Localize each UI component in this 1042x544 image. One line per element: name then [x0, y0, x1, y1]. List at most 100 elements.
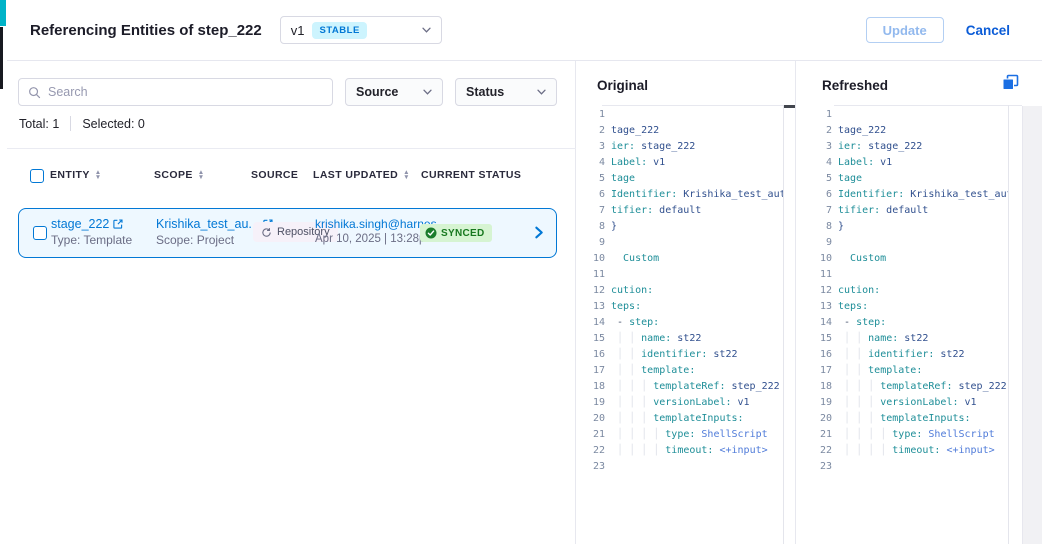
column-header-current-status: CURRENT STATUS — [421, 169, 521, 181]
search-icon — [28, 86, 41, 99]
original-code-editor[interactable]: 12tage_2223ier: stage_2224Label: v15tage… — [576, 107, 783, 544]
scope-link[interactable]: Krishika_test_au... — [156, 217, 259, 231]
total-count: Total: 1 — [19, 117, 59, 131]
divider — [834, 105, 1022, 106]
status-filter-label: Status — [466, 85, 504, 99]
diff-pane-refreshed: Refreshed 12tage_2223ier: stage_2224Labe… — [795, 61, 1022, 544]
row-chevron[interactable] — [531, 225, 546, 245]
cancel-button[interactable]: Cancel — [966, 23, 1010, 38]
code-line: 22 │ │ │ │ timeout: <+input> — [576, 443, 783, 459]
divider — [70, 116, 71, 131]
external-link-icon — [113, 219, 123, 229]
code-line: 3ier: stage_222 — [576, 139, 783, 155]
code-line: 19 │ │ │ versionLabel: v1 — [576, 395, 783, 411]
code-line: 4Label: v1 — [576, 155, 783, 171]
search-box — [18, 78, 333, 106]
code-line: 9 — [576, 235, 783, 251]
table-row[interactable]: stage_222 Type: Template Krishika_test_a… — [18, 208, 557, 258]
source-filter-dropdown[interactable]: Source — [345, 78, 443, 106]
divider — [7, 148, 576, 149]
code-line: 5tage — [576, 171, 783, 187]
table-header: ENTITY ▲▼ SCOPE ▲▼ SOURCE LAST UPDATED ▲… — [7, 169, 575, 193]
editor-overview-gutter — [1022, 106, 1042, 544]
code-line: 8} — [576, 219, 783, 235]
code-line: 10 Custom — [796, 251, 1008, 267]
code-line: 8} — [796, 219, 1008, 235]
code-line: 13teps: — [576, 299, 783, 315]
code-line: 7tifier: default — [796, 203, 1008, 219]
code-line: 3ier: stage_222 — [796, 139, 1008, 155]
repository-icon — [261, 227, 272, 238]
code-line: 14 - step: — [576, 315, 783, 331]
nav-edge-teal — [0, 0, 6, 26]
column-header-entity: ENTITY — [50, 169, 90, 181]
status-badge: SYNCED — [420, 224, 492, 242]
sort-scope-button[interactable]: ▲▼ — [198, 170, 205, 180]
code-line: 15 │ │ name: st22 — [576, 331, 783, 347]
selected-count: Selected: 0 — [82, 117, 145, 131]
sort-entity-button[interactable]: ▲▼ — [95, 170, 102, 180]
results-summary: Total: 1 Selected: 0 — [19, 116, 145, 131]
nav-edge-dark — [0, 27, 3, 89]
referencing-entities-panel: Source Status Total: 1 Selected: 0 ENTIT… — [7, 61, 576, 544]
update-button[interactable]: Update — [866, 17, 944, 43]
code-line: 6Identifier: Krishika_test_aut — [796, 187, 1008, 203]
source-filter-label: Source — [356, 85, 398, 99]
status-badge-label: SYNCED — [441, 228, 484, 239]
code-line: 12cution: — [576, 283, 783, 299]
version-value: v1 — [291, 23, 305, 38]
code-line: 1 — [796, 107, 1008, 123]
diff-pane-original: Original 12tage_2223ier: stage_2224Label… — [576, 61, 795, 544]
sort-last-updated-button[interactable]: ▲▼ — [403, 170, 410, 180]
version-select[interactable]: v1 STABLE — [280, 16, 442, 44]
select-all-checkbox[interactable] — [30, 169, 44, 183]
column-header-source: SOURCE — [251, 169, 298, 181]
refreshed-pane-title: Refreshed — [822, 78, 888, 93]
code-line: 20 │ │ │ templateInputs: — [796, 411, 1008, 427]
refreshed-code-editor[interactable]: 12tage_2223ier: stage_2224Label: v15tage… — [796, 107, 1008, 544]
code-line: 23 — [796, 459, 1008, 475]
code-line: 5tage — [796, 171, 1008, 187]
code-line: 15 │ │ name: st22 — [796, 331, 1008, 347]
code-line: 20 │ │ │ templateInputs: — [576, 411, 783, 427]
code-line: 17 │ │ template: — [796, 363, 1008, 379]
code-line: 18 │ │ │ templateRef: step_222 — [576, 379, 783, 395]
chevron-down-icon — [422, 27, 431, 33]
code-line: 6Identifier: Krishika_test_aut — [576, 187, 783, 203]
code-line: 23 — [576, 459, 783, 475]
page-title: Referencing Entities of step_222 — [30, 22, 262, 39]
entity-link[interactable]: stage_222 — [51, 217, 109, 231]
code-line: 12cution: — [796, 283, 1008, 299]
row-checkbox[interactable] — [33, 226, 47, 240]
code-line: 13teps: — [796, 299, 1008, 315]
chevron-down-icon — [537, 89, 546, 95]
code-line: 11 — [796, 267, 1008, 283]
code-line: 16 │ │ identifier: st22 — [796, 347, 1008, 363]
code-line: 19 │ │ │ versionLabel: v1 — [796, 395, 1008, 411]
column-header-last-updated: LAST UPDATED — [313, 169, 398, 181]
code-line: 9 — [796, 235, 1008, 251]
code-line: 14 - step: — [796, 315, 1008, 331]
code-line: 4Label: v1 — [796, 155, 1008, 171]
code-line: 10 Custom — [576, 251, 783, 267]
code-line: 22 │ │ │ │ timeout: <+input> — [796, 443, 1008, 459]
search-input[interactable] — [48, 85, 323, 99]
code-line: 21 │ │ │ │ type: ShellScript — [796, 427, 1008, 443]
column-header-scope: SCOPE — [154, 169, 193, 181]
code-line: 16 │ │ identifier: st22 — [576, 347, 783, 363]
modal-header: Referencing Entities of step_222 v1 STAB… — [7, 0, 1042, 61]
chevron-down-icon — [423, 89, 432, 95]
horizontal-scrollbar-thumb[interactable] — [783, 105, 795, 108]
editor-scrollbar-track — [1008, 105, 1009, 544]
code-line: 2tage_222 — [576, 123, 783, 139]
code-line: 7tifier: default — [576, 203, 783, 219]
code-line: 11 — [576, 267, 783, 283]
divider — [602, 105, 795, 106]
status-filter-dropdown[interactable]: Status — [455, 78, 557, 106]
stable-badge: STABLE — [312, 22, 366, 39]
code-line: 1 — [576, 107, 783, 123]
entity-type: Type: Template — [51, 233, 132, 247]
code-line: 21 │ │ │ │ type: ShellScript — [576, 427, 783, 443]
code-line: 18 │ │ │ templateRef: step_222 — [796, 379, 1008, 395]
copy-icon[interactable] — [1001, 74, 1019, 92]
